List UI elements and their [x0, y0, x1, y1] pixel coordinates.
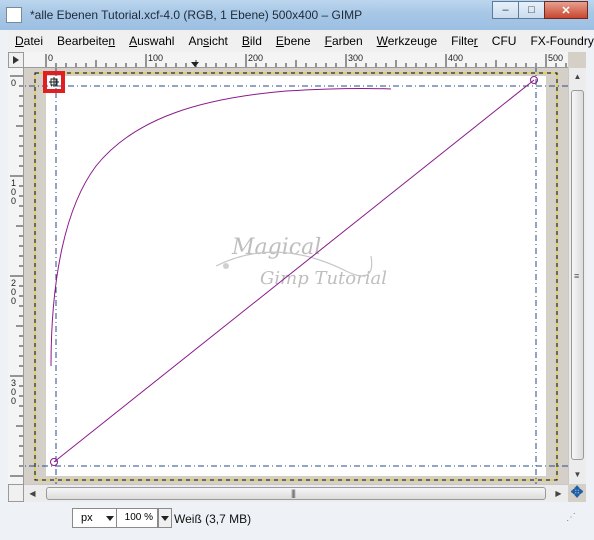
title-bar[interactable]: *alle Ebenen Tutorial.xcf-4.0 (RGB, 1 Eb…	[0, 0, 594, 30]
zoom-dropdown-button[interactable]	[158, 508, 172, 528]
horizontal-scrollbar[interactable]: ◀ ||| ▶	[24, 484, 568, 502]
vertical-grip-icon: ≡	[574, 271, 579, 281]
menu-item-bearbeiten[interactable]: Bearbeiten	[50, 34, 122, 48]
quick-mask-toggle[interactable]	[8, 484, 24, 502]
app-icon	[6, 7, 22, 23]
unit-select[interactable]: px	[72, 508, 120, 528]
menu-item-werkzeuge[interactable]: Werkzeuge	[370, 34, 444, 48]
v-ruler-label: 0	[11, 78, 16, 88]
v-ruler-label: 300	[11, 378, 16, 406]
status-bar: px 100 % Weiß (3,7 MB)	[8, 502, 586, 534]
menu-item-ebene[interactable]: Ebene	[269, 34, 318, 48]
v-ruler-label: 200	[11, 278, 16, 306]
v-ruler-label: 100	[11, 178, 16, 206]
menu-item-ansicht[interactable]: Ansicht	[181, 34, 234, 48]
menu-item-auswahl[interactable]: Auswahl	[122, 34, 181, 48]
minimize-button[interactable]: –	[492, 1, 519, 19]
menu-item-cfu[interactable]: CFU	[485, 34, 524, 48]
zoom-input[interactable]: 100 %	[116, 508, 158, 528]
horizontal-ruler-ticks: 0 100 200 300 400 500	[45, 53, 567, 67]
image-canvas[interactable]: Magical Gimp Tutorial	[24, 68, 568, 484]
h-ruler-label: 200	[248, 53, 263, 63]
resize-grip-icon[interactable]: ⋰	[566, 512, 576, 523]
horizontal-grip-icon: |||	[291, 488, 296, 498]
scroll-up-arrow[interactable]: ▲	[569, 68, 586, 85]
watermark-logo: Magical Gimp Tutorial	[215, 235, 387, 289]
close-button[interactable]: ✕	[544, 1, 588, 19]
window-title: *alle Ebenen Tutorial.xcf-4.0 (RGB, 1 Eb…	[30, 8, 363, 22]
navigate-icon[interactable]: ✥	[569, 485, 585, 501]
window-controls: – □ ✕	[492, 1, 588, 19]
horizontal-ruler[interactable]: 0 100 200 300 400 500	[24, 52, 568, 68]
gimp-window: *alle Ebenen Tutorial.xcf-4.0 (RGB, 1 Eb…	[0, 0, 594, 540]
maximize-button[interactable]: □	[518, 1, 545, 19]
menu-item-filter[interactable]: Filter	[444, 34, 485, 48]
scroll-left-arrow[interactable]: ◀	[24, 485, 41, 502]
h-ruler-label: 300	[348, 53, 363, 63]
canvas-viewport[interactable]: Magical Gimp Tutorial	[24, 68, 568, 484]
menu-item-datei[interactable]: Datei	[8, 34, 50, 48]
vertical-ruler-ticks: 0 1 0 0 2 0 0 3 0 0	[10, 75, 23, 477]
menu-item-bild[interactable]: Bild	[235, 34, 269, 48]
unit-value: px	[81, 512, 93, 524]
watermark-line2: Gimp Tutorial	[260, 268, 387, 289]
menu-bar: Datei Bearbeiten Auswahl Ansicht Bild Ebene Fa…	[8, 30, 594, 52]
curved-path[interactable]	[50, 87, 392, 367]
h-ruler-label: 400	[448, 53, 463, 63]
menu-arrow-button[interactable]	[8, 52, 24, 68]
vertical-scrollbar[interactable]: ▲ ≡ ▼	[568, 68, 586, 484]
menu-item-farben[interactable]: Farben	[318, 34, 370, 48]
scroll-right-arrow[interactable]: ▶	[550, 485, 567, 502]
status-message: Weiß (3,7 MB)	[174, 512, 252, 526]
horizontal-scroll-thumb[interactable]: |||	[46, 487, 546, 500]
menu-item-fx-foundry[interactable]: FX-Foundry	[523, 34, 594, 48]
h-ruler-label: 500	[548, 53, 563, 63]
h-ruler-label: 0	[48, 53, 53, 63]
chevron-down-icon	[106, 516, 114, 521]
scroll-down-arrow[interactable]: ▼	[569, 466, 586, 483]
ruler-pointer-icon	[191, 62, 199, 67]
vertical-ruler[interactable]: 0 100 200 300	[8, 68, 24, 484]
h-ruler-label: 100	[148, 53, 163, 63]
vertical-scroll-thumb[interactable]: ≡	[571, 90, 584, 460]
canvas-drawing: Magical Gimp Tutorial	[24, 68, 568, 484]
